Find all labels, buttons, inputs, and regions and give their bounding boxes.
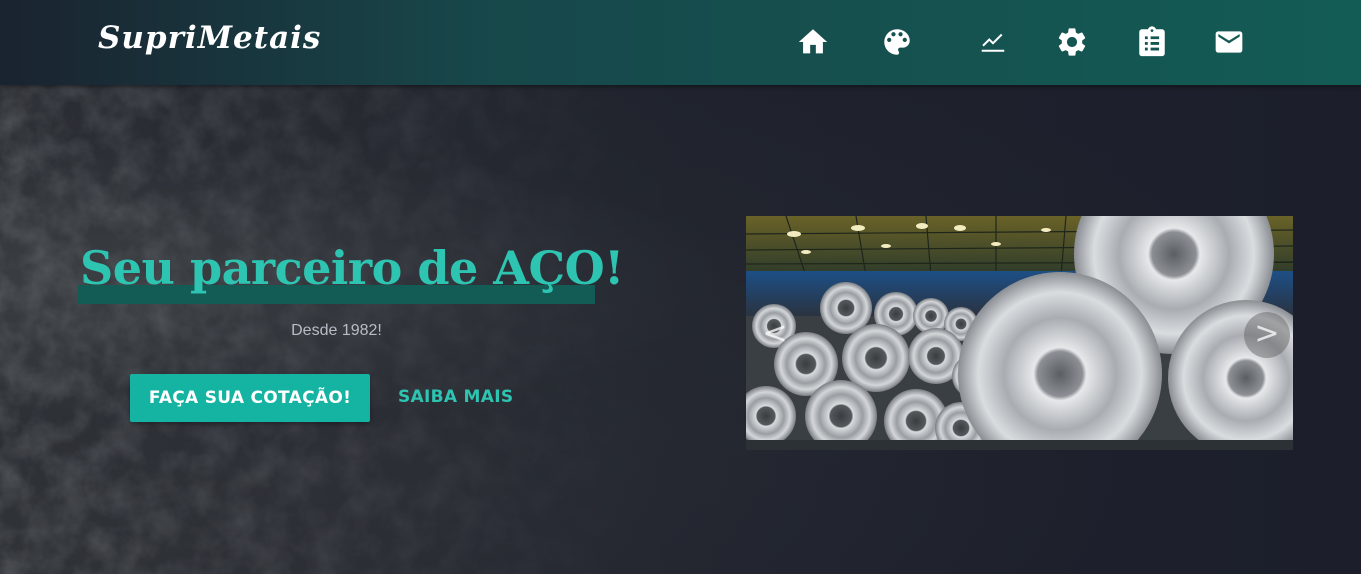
quote-button[interactable]: FAÇA SUA COTAÇÃO! xyxy=(130,374,370,422)
clipboard-icon[interactable] xyxy=(1132,22,1172,62)
image-carousel[interactable]: < > xyxy=(746,216,1293,450)
carousel-next-button[interactable]: > xyxy=(1244,312,1290,358)
gear-icon[interactable] xyxy=(1052,22,1092,62)
hero-subtitle: Desde 1982! xyxy=(291,322,382,339)
top-navbar: SupriMetais xyxy=(0,0,1361,85)
chart-line-icon[interactable] xyxy=(973,22,1013,62)
carousel-prev-button[interactable]: < xyxy=(752,312,798,358)
hero-section: Seu parceiro de AÇO! Desde 1982! FAÇA SU… xyxy=(0,85,1361,574)
home-icon[interactable] xyxy=(793,22,833,62)
hero-headline: Seu parceiro de AÇO! xyxy=(80,241,624,295)
brand-logo[interactable]: SupriMetais xyxy=(98,20,321,56)
learn-more-link[interactable]: SAIBA MAIS xyxy=(398,387,513,407)
headline-block: Seu parceiro de AÇO! xyxy=(78,237,624,307)
steel-coils-image xyxy=(746,216,1293,450)
mail-icon[interactable] xyxy=(1209,22,1249,62)
palette-icon[interactable] xyxy=(877,22,917,62)
